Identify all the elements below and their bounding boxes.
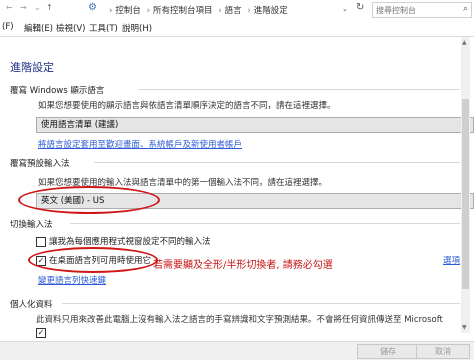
scrollbar[interactable]: ▲ ▼: [461, 37, 470, 333]
per-app-input-checkbox[interactable]: [36, 237, 46, 247]
menu-bar: (F) 編輯(E) 檢視(V) 工具(T) 說明(H): [0, 19, 474, 37]
section-heading: 覆寫預設輸入法: [10, 159, 70, 169]
menu-help[interactable]: 說明(H): [122, 22, 152, 34]
scroll-up-icon[interactable]: ▲: [462, 39, 467, 46]
annotation-text: 若需要顯及全形/半形切換者, 請務必勾選: [153, 260, 333, 271]
menu-tools[interactable]: 工具(T): [89, 22, 118, 34]
breadcrumb-item[interactable]: 語言: [225, 6, 242, 16]
section-description: 此資料只用來改善此電腦上沒有輸入法之語言的手寫辨識和文字預測結果。不會將任何資訊…: [36, 315, 443, 325]
checkbox-label: 讓我為每個應用程式視窗設定不同的輸入法: [49, 237, 211, 247]
select-value: 使用語言清單 (建議): [41, 120, 119, 130]
cancel-button[interactable]: 取消: [416, 344, 470, 359]
save-button[interactable]: 儲存: [357, 344, 419, 359]
breadcrumb: › 控制台 › 所有控制台項目 › 語言 › 進階設定: [109, 6, 288, 16]
section-heading: 切換輸入法: [10, 220, 53, 230]
highlight-oval: [18, 186, 160, 214]
refresh-icon[interactable]: ↻: [356, 2, 364, 13]
chevron-down-icon[interactable]: ⌄: [34, 3, 41, 12]
apply-language-settings-link[interactable]: 將語言設定套用至歡迎畫面、系統帳戶及新使用者帳戶: [38, 138, 242, 150]
back-arrow-icon[interactable]: ←: [6, 3, 13, 12]
divider: [70, 223, 460, 224]
search-box[interactable]: ⌕: [372, 2, 472, 18]
section-heading: 個人化資料: [10, 300, 53, 310]
divider: [138, 89, 460, 90]
options-link[interactable]: 選項: [443, 254, 460, 266]
breadcrumb-item[interactable]: 控制台: [115, 6, 141, 16]
footer-bar: 儲存 取消: [0, 341, 474, 360]
breadcrumb-item[interactable]: 進階設定: [254, 6, 288, 16]
page-title: 進階設定: [10, 61, 54, 74]
scrollbar-thumb[interactable]: [462, 99, 469, 289]
personal-data-checkbox[interactable]: ✓: [36, 328, 46, 338]
divider: [94, 162, 460, 163]
display-language-select[interactable]: 使用語言清單 (建議) ▼: [36, 117, 474, 133]
section-heading: 覆寫 Windows 顯示語言: [10, 86, 105, 96]
menu-file[interactable]: (F): [2, 22, 14, 32]
address-bar: ← → ⌄ ↑ ⚙ ›控制台 ›所有控制台項目 ›語言 ›進階設定 ⌄ ↻ ⌕: [0, 0, 474, 20]
highlight-oval: [28, 247, 158, 273]
main-content: 進階設定 覆寫 Windows 顯示語言 如果您想要使用的顯示語言與依語言清單順…: [0, 37, 474, 341]
change-language-bar-hotkeys-link[interactable]: 變更語言列快速鍵: [38, 274, 106, 286]
control-panel-icon: ⚙: [88, 2, 97, 13]
forward-arrow-icon[interactable]: →: [20, 3, 27, 12]
menu-edit[interactable]: 編輯(E): [24, 22, 53, 34]
section-description: 如果您想要使用的顯示語言與依語言清單順序決定的語言不同，請在這裡選擇。: [38, 101, 336, 111]
scroll-down-icon[interactable]: ▼: [462, 324, 467, 331]
search-icon[interactable]: ⌕: [463, 4, 468, 14]
divider: [62, 303, 460, 304]
address-dropdown-icon[interactable]: ⌄: [342, 5, 348, 13]
up-arrow-icon[interactable]: ↑: [46, 3, 53, 12]
search-input[interactable]: [373, 3, 453, 17]
breadcrumb-item[interactable]: 所有控制台項目: [153, 6, 213, 16]
menu-view[interactable]: 檢視(V): [56, 22, 85, 34]
